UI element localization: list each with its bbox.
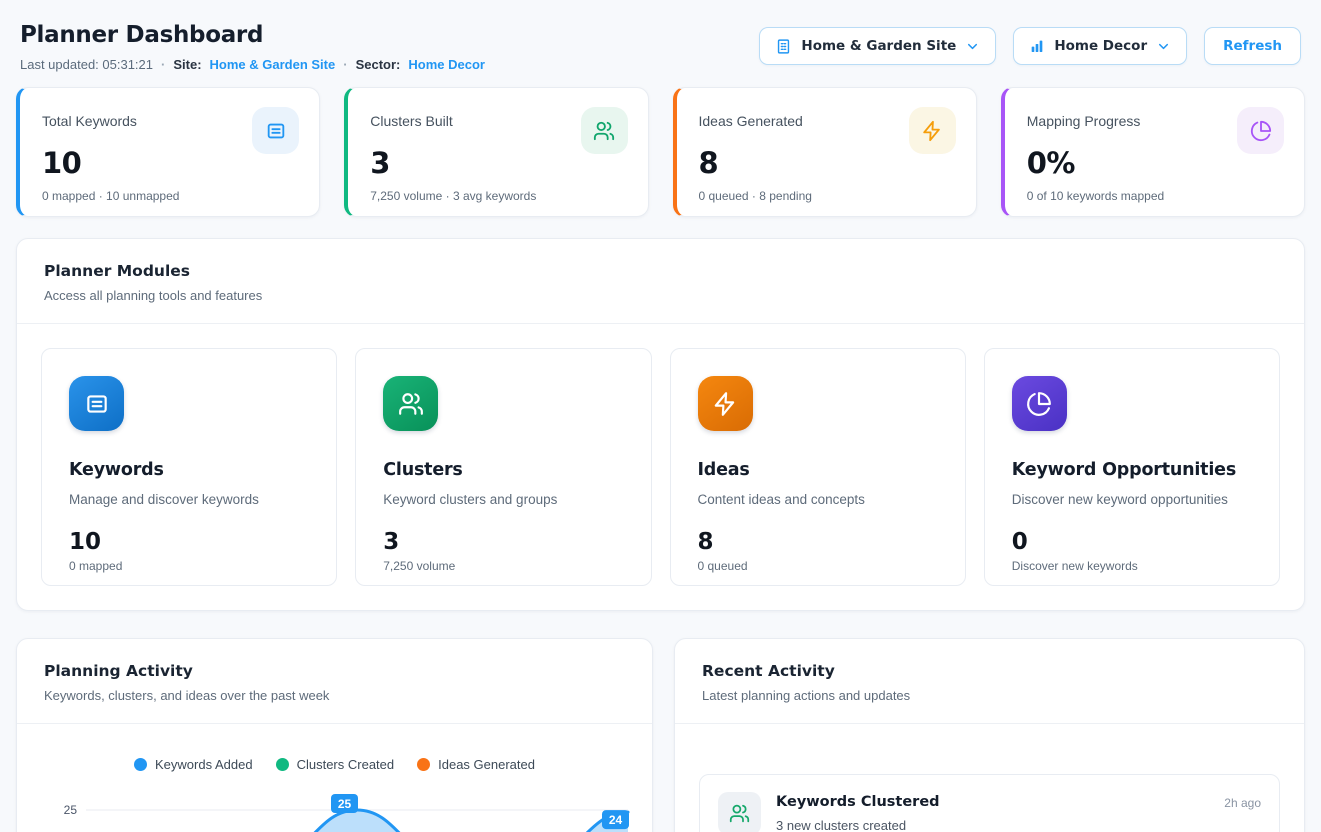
sector-label: Sector: <box>356 57 401 72</box>
module-value: 0 <box>1012 529 1252 555</box>
meta-separator: · <box>343 57 347 72</box>
users-icon <box>581 107 628 154</box>
sector-selector-label: Home Decor <box>1054 38 1147 54</box>
planner-modules-panel: Planner Modules Access all planning tool… <box>16 238 1305 611</box>
legend-dot <box>417 758 430 771</box>
module-card-clusters[interactable]: Clusters Keyword clusters and groups 3 7… <box>355 348 651 586</box>
recent-activity-panel: Recent Activity Latest planning actions … <box>674 638 1305 832</box>
activity-item-time: 2h ago <box>1224 792 1261 832</box>
svg-text:25: 25 <box>338 797 352 811</box>
chart-legend: Keywords Added Clusters Created Ideas Ge… <box>41 757 628 772</box>
svg-text:24: 24 <box>609 813 623 827</box>
pie-chart-icon <box>1012 376 1067 431</box>
stat-card-clusters-built: Clusters Built 3 7,250 volume · 3 avg ke… <box>344 87 648 217</box>
bar-chart-icon <box>1029 38 1045 54</box>
document-icon <box>252 107 299 154</box>
section-title: Planner Modules <box>44 262 1277 280</box>
legend-item-ideas-generated[interactable]: Ideas Generated <box>417 757 535 772</box>
module-description: Content ideas and concepts <box>698 492 938 507</box>
activity-chart: 25 25 24 <box>41 786 628 832</box>
module-subtitle: Discover new keywords <box>1012 559 1252 573</box>
header: Planner Dashboard Last updated: 05:31:21… <box>16 22 1305 72</box>
refresh-button[interactable]: Refresh <box>1204 27 1301 65</box>
lightning-icon <box>909 107 956 154</box>
module-description: Keyword clusters and groups <box>383 492 623 507</box>
module-title: Keyword Opportunities <box>1012 460 1252 480</box>
meta-row: Last updated: 05:31:21 · Site: Home & Ga… <box>20 57 485 72</box>
chevron-down-icon <box>965 39 980 54</box>
sector-link[interactable]: Home Decor <box>408 57 485 72</box>
meta-separator: · <box>161 57 165 72</box>
site-label: Site: <box>173 57 201 72</box>
building-icon <box>775 38 792 55</box>
section-title: Recent Activity <box>702 662 1277 680</box>
module-subtitle: 7,250 volume <box>383 559 623 573</box>
section-title: Planning Activity <box>44 662 625 680</box>
legend-dot <box>134 758 147 771</box>
site-selector-dropdown[interactable]: Home & Garden Site <box>759 27 996 65</box>
stat-card-ideas-generated: Ideas Generated 8 0 queued · 8 pending <box>673 87 977 217</box>
stat-subtitle: 7,250 volume · 3 avg keywords <box>370 189 627 203</box>
activity-item-description: 3 new clusters created <box>776 818 940 832</box>
module-card-keyword-opportunities[interactable]: Keyword Opportunities Discover new keywo… <box>984 348 1280 586</box>
section-subtitle: Access all planning tools and features <box>44 288 1277 303</box>
legend-label: Ideas Generated <box>438 757 535 772</box>
document-icon <box>69 376 124 431</box>
legend-dot <box>276 758 289 771</box>
page-title: Planner Dashboard <box>20 22 485 48</box>
stat-title: Clusters Built <box>370 107 452 129</box>
section-subtitle: Keywords, clusters, and ideas over the p… <box>44 688 625 703</box>
module-card-keywords[interactable]: Keywords Manage and discover keywords 10… <box>41 348 337 586</box>
legend-label: Clusters Created <box>297 757 395 772</box>
site-selector-label: Home & Garden Site <box>801 38 956 54</box>
legend-label: Keywords Added <box>155 757 253 772</box>
legend-item-clusters-created[interactable]: Clusters Created <box>276 757 395 772</box>
users-icon <box>383 376 438 431</box>
module-title: Keywords <box>69 460 309 480</box>
planner-dashboard-page: Planner Dashboard Last updated: 05:31:21… <box>0 0 1321 832</box>
module-value: 10 <box>69 529 309 555</box>
site-link[interactable]: Home & Garden Site <box>210 57 336 72</box>
users-icon <box>718 792 761 832</box>
stat-card-total-keywords: Total Keywords 10 0 mapped · 10 unmapped <box>16 87 320 217</box>
lightning-icon <box>698 376 753 431</box>
module-description: Discover new keyword opportunities <box>1012 492 1252 507</box>
module-card-ideas[interactable]: Ideas Content ideas and concepts 8 0 que… <box>670 348 966 586</box>
module-value: 3 <box>383 529 623 555</box>
planning-activity-panel: Planning Activity Keywords, clusters, an… <box>16 638 653 832</box>
stat-title: Ideas Generated <box>699 107 803 129</box>
module-value: 8 <box>698 529 938 555</box>
module-subtitle: 0 mapped <box>69 559 309 573</box>
stat-title: Mapping Progress <box>1027 107 1141 129</box>
chevron-down-icon <box>1156 39 1171 54</box>
module-subtitle: 0 queued <box>698 559 938 573</box>
pie-chart-icon <box>1237 107 1284 154</box>
legend-item-keywords-added[interactable]: Keywords Added <box>134 757 253 772</box>
activity-item-title: Keywords Clustered <box>776 792 940 810</box>
stat-card-mapping-progress: Mapping Progress 0% 0 of 10 keywords map… <box>1001 87 1305 217</box>
svg-text:25: 25 <box>64 803 78 817</box>
stat-subtitle: 0 mapped · 10 unmapped <box>42 189 299 203</box>
refresh-label: Refresh <box>1223 38 1282 54</box>
module-title: Ideas <box>698 460 938 480</box>
stat-subtitle: 0 of 10 keywords mapped <box>1027 189 1284 203</box>
sector-selector-dropdown[interactable]: Home Decor <box>1013 27 1187 65</box>
last-updated-text: Last updated: 05:31:21 <box>20 57 153 72</box>
section-subtitle: Latest planning actions and updates <box>702 688 1277 703</box>
activity-list-item: Keywords Clustered 3 new clusters create… <box>699 774 1280 832</box>
module-description: Manage and discover keywords <box>69 492 309 507</box>
stat-title: Total Keywords <box>42 107 137 129</box>
stat-subtitle: 0 queued · 8 pending <box>699 189 956 203</box>
stats-row: Total Keywords 10 0 mapped · 10 unmapped… <box>16 87 1305 217</box>
module-title: Clusters <box>383 460 623 480</box>
